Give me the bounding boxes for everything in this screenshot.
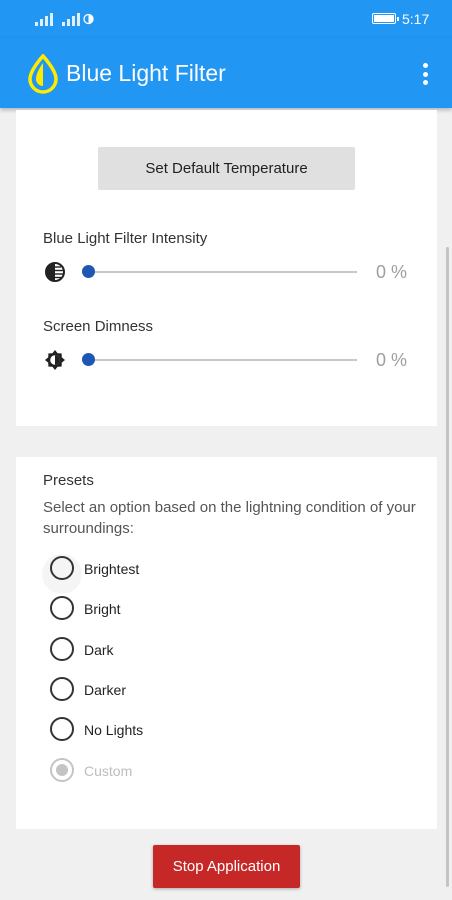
drop-icon [28, 54, 58, 94]
presets-card: Presets Select an option based on the li… [16, 457, 437, 829]
preset-label: Darker [84, 682, 127, 698]
radio-button[interactable] [50, 556, 74, 580]
wifi-icon [83, 13, 94, 25]
dimness-slider-track[interactable] [88, 359, 357, 361]
dimness-value: 0 % [376, 350, 408, 370]
preset-label: Dark [84, 642, 114, 658]
radio-button[interactable] [50, 677, 74, 701]
app-bar: Blue Light Filter [0, 38, 452, 108]
signal-1-icon [35, 12, 53, 26]
preset-label: Custom [84, 763, 133, 779]
scrollbar[interactable] [446, 247, 449, 887]
filter-settings-card: Set Default Temperature Blue Light Filte… [16, 110, 437, 426]
app-title: Blue Light Filter [66, 60, 226, 86]
presets-description: Select an option based on the lightning … [43, 499, 416, 537]
preset-label: Brightest [84, 561, 140, 577]
radio-button[interactable] [50, 596, 74, 620]
radio-button[interactable] [50, 637, 74, 661]
more-vert-icon[interactable] [415, 60, 435, 88]
intensity-slider-track[interactable] [88, 271, 357, 273]
presets-title: Presets [43, 472, 94, 489]
set-default-temperature-button[interactable]: Set Default Temperature [98, 147, 355, 190]
signal-2-icon [62, 12, 80, 26]
battery-icon [372, 13, 399, 24]
stop-application-button[interactable]: Stop Application [153, 845, 300, 888]
preset-label: No Lights [84, 722, 144, 738]
brightness-icon [45, 350, 65, 370]
dimness-slider-thumb[interactable] [82, 353, 95, 366]
intensity-value: 0 % [376, 262, 408, 282]
contrast-icon [45, 262, 65, 282]
preset-label: Bright [84, 601, 121, 617]
intensity-label: Blue Light Filter Intensity [43, 230, 208, 247]
radio-button-disabled [50, 758, 74, 782]
status-bar: 5:17 [0, 0, 452, 38]
intensity-slider-thumb[interactable] [82, 265, 95, 278]
dimness-label: Screen Dimness [43, 318, 154, 335]
radio-button[interactable] [50, 717, 74, 741]
clock: 5:17 [402, 11, 430, 27]
